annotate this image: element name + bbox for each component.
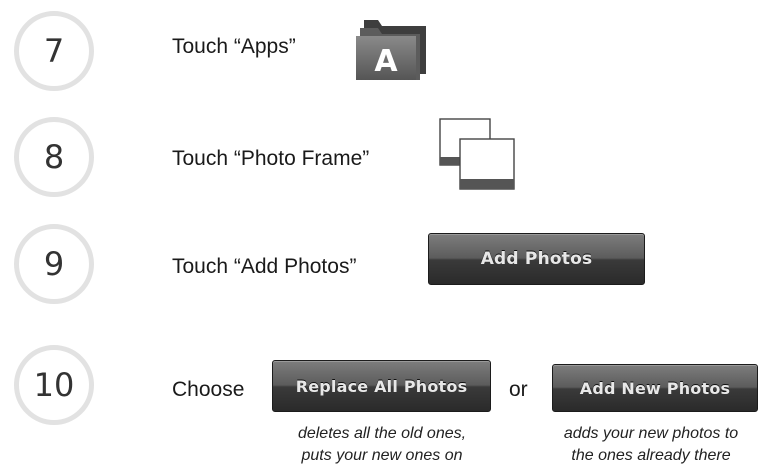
step-8-instruction: Touch “Photo Frame” — [172, 147, 370, 170]
step-number-label: 10 — [33, 366, 75, 404]
replace-all-photos-button[interactable]: Replace All Photos — [272, 360, 491, 412]
step-number-label: 9 — [43, 245, 65, 283]
apps-folder-icon: A — [354, 16, 432, 82]
replace-note-line2: puts your new ones on — [301, 447, 463, 464]
add-new-note-line1: adds your new photos to — [563, 425, 739, 442]
add-photos-button[interactable]: Add Photos — [428, 233, 645, 285]
add-new-photos-button[interactable]: Add New Photos — [552, 364, 758, 412]
step-number-label: 8 — [43, 138, 65, 176]
step-9-instruction: Touch “Add Photos” — [172, 255, 357, 278]
add-new-note-line2: the ones already there — [571, 447, 731, 464]
step-number-9: 9 — [14, 224, 94, 304]
apps-icon-letter: A — [374, 44, 398, 79]
step-10-instruction: Choose — [172, 378, 245, 401]
add-new-note: adds your new photos to the ones already… — [540, 423, 762, 467]
step-number-label: 7 — [43, 32, 65, 70]
step-number-10: 10 — [14, 345, 94, 425]
or-label: or — [509, 378, 528, 401]
step-number-7: 7 — [14, 11, 94, 91]
replace-note-line1: deletes all the old ones, — [297, 425, 467, 442]
replace-note: deletes all the old ones, puts your new … — [262, 423, 502, 467]
step-number-8: 8 — [14, 117, 94, 197]
photo-frame-icon — [438, 117, 518, 192]
step-7-instruction: Touch “Apps” — [172, 35, 296, 58]
